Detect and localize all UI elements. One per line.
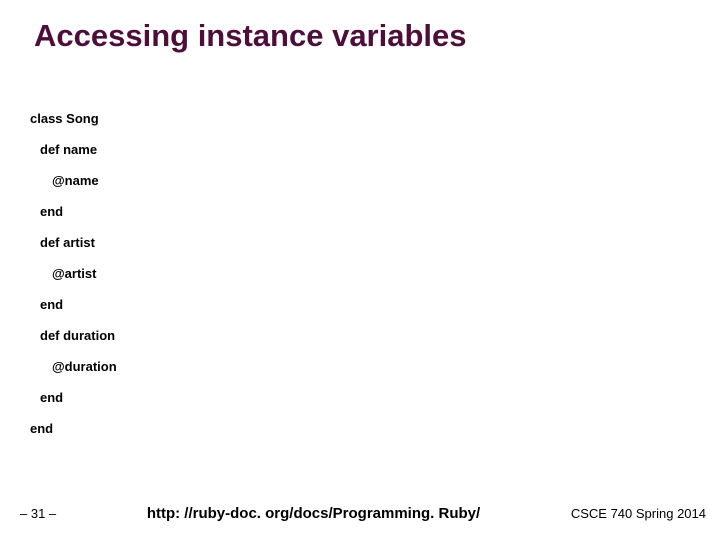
code-line: end	[30, 298, 720, 311]
footer: – 31 – http: //ruby-doc. org/docs/Progra…	[0, 505, 720, 522]
code-line: def artist	[30, 236, 720, 249]
code-line: @name	[30, 174, 720, 187]
footer-link: http: //ruby-doc. org/docs/Programming. …	[56, 505, 571, 522]
code-block: class Song def name @name end def artist…	[0, 54, 720, 435]
code-line: class Song	[30, 112, 720, 125]
code-line: end	[30, 391, 720, 404]
code-line: @duration	[30, 360, 720, 373]
code-line: end	[30, 205, 720, 218]
code-line: def duration	[30, 329, 720, 342]
code-line: @artist	[30, 267, 720, 280]
slide-title: Accessing instance variables	[0, 0, 720, 54]
code-line: def name	[30, 143, 720, 156]
code-line: end	[30, 422, 720, 435]
page-number: – 31 –	[20, 506, 56, 521]
course-label: CSCE 740 Spring 2014	[571, 506, 706, 521]
